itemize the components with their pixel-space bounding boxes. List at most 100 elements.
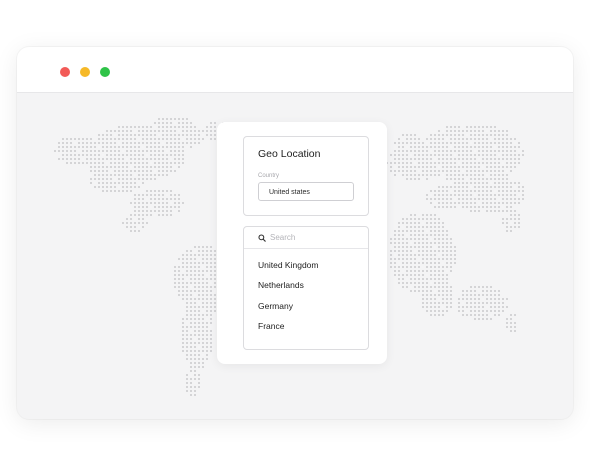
map-dot	[470, 182, 472, 184]
map-dot	[418, 282, 420, 284]
map-dot	[458, 310, 460, 312]
map-dot	[110, 174, 112, 176]
map-dot	[110, 162, 112, 164]
map-dot	[442, 314, 444, 316]
map-dot	[150, 142, 152, 144]
map-dot	[414, 286, 416, 288]
map-dot	[186, 138, 188, 140]
map-dot	[134, 170, 136, 172]
map-dot	[450, 294, 452, 296]
map-dot	[454, 174, 456, 176]
map-dot	[166, 166, 168, 168]
map-dot	[62, 154, 64, 156]
map-dot	[450, 162, 452, 164]
minimize-window-button[interactable]	[80, 67, 90, 77]
map-dot	[134, 178, 136, 180]
map-dot	[138, 206, 140, 208]
map-dot	[410, 258, 412, 260]
map-dot	[170, 134, 172, 136]
map-dot	[150, 158, 152, 160]
map-dot	[506, 178, 508, 180]
map-dot	[498, 166, 500, 168]
country-option-united-kingdom[interactable]: United Kingdom	[258, 260, 318, 270]
map-dot	[510, 154, 512, 156]
map-dot	[194, 390, 196, 392]
country-option-france[interactable]: France	[258, 321, 284, 331]
map-dot	[142, 178, 144, 180]
map-dot	[150, 190, 152, 192]
map-dot	[486, 194, 488, 196]
map-dot	[490, 178, 492, 180]
map-dot	[170, 122, 172, 124]
map-dot	[390, 258, 392, 260]
map-dot	[178, 206, 180, 208]
map-dot	[206, 126, 208, 128]
map-dot	[142, 134, 144, 136]
map-dot	[138, 130, 140, 132]
map-dot	[146, 210, 148, 212]
map-dot	[178, 294, 180, 296]
map-dot	[426, 302, 428, 304]
map-dot	[438, 306, 440, 308]
map-dot	[430, 242, 432, 244]
map-dot	[190, 270, 192, 272]
search-input[interactable]	[270, 230, 360, 245]
map-dot	[506, 186, 508, 188]
country-select[interactable]: United states	[258, 182, 354, 201]
map-dot	[134, 126, 136, 128]
map-dot	[134, 154, 136, 156]
map-dot	[398, 170, 400, 172]
map-dot	[514, 218, 516, 220]
map-dot	[442, 158, 444, 160]
map-dot	[514, 198, 516, 200]
map-dot	[202, 290, 204, 292]
country-option-germany[interactable]: Germany	[258, 301, 293, 311]
map-dot	[130, 146, 132, 148]
map-dot	[446, 158, 448, 160]
map-dot	[454, 126, 456, 128]
map-dot	[110, 130, 112, 132]
map-dot	[446, 230, 448, 232]
map-dot	[470, 150, 472, 152]
map-dot	[106, 150, 108, 152]
map-dot	[418, 138, 420, 140]
map-dot	[430, 310, 432, 312]
map-dot	[442, 310, 444, 312]
search-icon	[258, 234, 266, 242]
map-dot	[134, 202, 136, 204]
map-dot	[190, 254, 192, 256]
map-dot	[162, 118, 164, 120]
map-dot	[102, 158, 104, 160]
map-dot	[510, 330, 512, 332]
map-dot	[190, 390, 192, 392]
maximize-window-button[interactable]	[100, 67, 110, 77]
map-dot	[506, 174, 508, 176]
map-dot	[438, 286, 440, 288]
map-dot	[138, 210, 140, 212]
map-dot	[510, 146, 512, 148]
map-dot	[134, 158, 136, 160]
map-dot	[422, 246, 424, 248]
map-dot	[426, 258, 428, 260]
geo-location-card: Geo Location Country United states	[243, 136, 369, 216]
map-dot	[210, 130, 212, 132]
map-dot	[498, 174, 500, 176]
map-dot	[454, 134, 456, 136]
close-window-button[interactable]	[60, 67, 70, 77]
map-dot	[434, 278, 436, 280]
map-dot	[130, 150, 132, 152]
map-dot	[478, 150, 480, 152]
map-dot	[138, 142, 140, 144]
map-dot	[466, 142, 468, 144]
map-dot	[422, 290, 424, 292]
map-dot	[458, 178, 460, 180]
map-dot	[178, 282, 180, 284]
geo-location-panel: Geo Location Country United states Unite…	[217, 122, 387, 364]
map-dot	[410, 282, 412, 284]
map-dot	[414, 270, 416, 272]
map-dot	[406, 166, 408, 168]
map-dot	[206, 270, 208, 272]
map-dot	[498, 146, 500, 148]
country-option-netherlands[interactable]: Netherlands	[258, 280, 304, 290]
map-dot	[146, 206, 148, 208]
